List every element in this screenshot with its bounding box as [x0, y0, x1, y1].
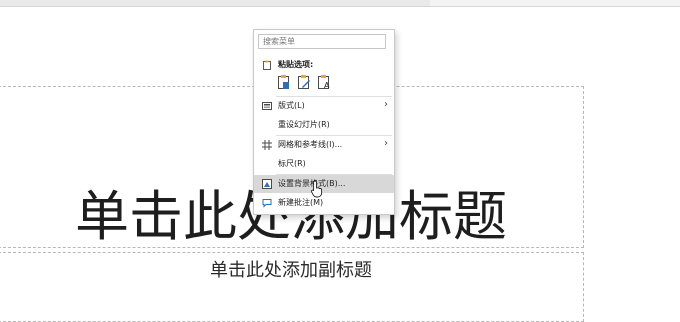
menu-item-ruler-label: 标尺(R) — [278, 159, 306, 168]
menu-item-format-background[interactable]: 设置背景格式(B)... — [254, 175, 394, 193]
background-format-icon — [262, 179, 272, 189]
menu-item-layout[interactable]: 版式(L) › — [254, 97, 394, 115]
menu-item-grid-guides-label: 网格和参考线(I)... — [278, 140, 343, 149]
layout-icon — [262, 102, 272, 110]
menu-item-layout-label: 版式(L) — [278, 101, 305, 110]
hand-cursor-icon — [311, 180, 323, 198]
chevron-right-icon: › — [384, 99, 388, 110]
menu-item-new-comment[interactable]: 新建批注(M) — [254, 194, 394, 212]
menu-item-grid-guides[interactable]: 网格和参考线(I)... › — [254, 136, 394, 154]
subtitle-placeholder[interactable]: 单击此处添加副标题 — [0, 252, 584, 322]
clipboard-icon — [263, 60, 271, 70]
ribbon-edge — [430, 0, 680, 6]
paste-text-only-icon[interactable]: A — [317, 74, 331, 90]
paste-options-label: 粘贴选项: — [278, 60, 314, 69]
subtitle-placeholder-text: 单击此处添加副标题 — [210, 260, 372, 281]
menu-item-new-comment-label: 新建批注(M) — [278, 198, 324, 207]
comment-icon — [262, 199, 272, 208]
chevron-right-icon: › — [384, 138, 388, 149]
window-top-strip — [0, 0, 680, 7]
menu-item-reset-slide-label: 重设幻灯片(R) — [278, 120, 330, 129]
paste-options-group: A — [277, 74, 337, 90]
paste-keep-source-icon[interactable] — [277, 74, 291, 90]
paste-options-header: 粘贴选项: — [254, 56, 394, 74]
menu-item-ruler[interactable]: 标尺(R) — [254, 155, 394, 173]
menu-item-reset-slide[interactable]: 重设幻灯片(R) — [254, 116, 394, 134]
menu-search-input[interactable]: 搜索菜单 — [258, 34, 386, 49]
context-menu: 搜索菜单 粘贴选项: A 版式(L) › 重设幻灯片(R) 网格和参考线(I).… — [253, 29, 395, 215]
svg-text:A: A — [324, 81, 330, 90]
paste-use-destination-icon[interactable] — [297, 74, 311, 90]
grid-icon — [262, 140, 272, 150]
